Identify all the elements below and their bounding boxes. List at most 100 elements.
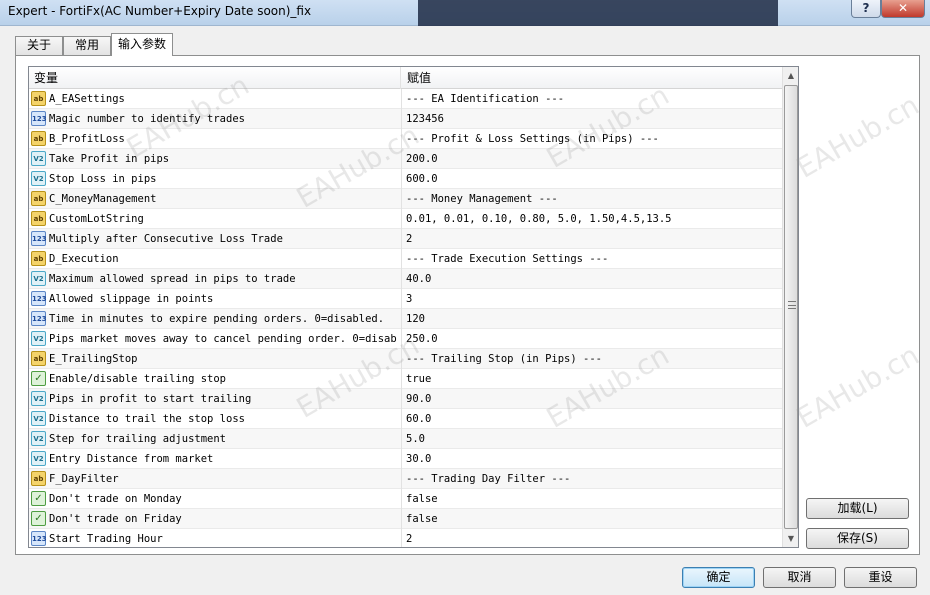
parameter-name: Take Profit in pips	[49, 153, 170, 165]
table-row[interactable]: ✓ Enable/disable trailing stop true	[29, 369, 782, 389]
table-row[interactable]: ab F_DayFilter --- Trading Day Filter ---	[29, 469, 782, 489]
table-row[interactable]: ✓ Don't trade on Monday false	[29, 489, 782, 509]
table-row[interactable]: V2 Step for trailing adjustment 5.0	[29, 429, 782, 449]
parameter-value[interactable]: true	[406, 369, 780, 389]
tab-inputs[interactable]: 输入参数	[111, 33, 173, 56]
column-divider	[401, 389, 402, 409]
table-row[interactable]: ab CustomLotString 0.01, 0.01, 0.10, 0.80,…	[29, 209, 782, 229]
column-divider	[401, 169, 402, 189]
parameter-value[interactable]: --- Trading Day Filter ---	[406, 469, 780, 489]
tab-common[interactable]: 常用	[63, 36, 111, 55]
parameter-value[interactable]: 90.0	[406, 389, 780, 409]
integer-type-icon: 123	[31, 291, 47, 306]
parameter-value[interactable]: 2	[406, 529, 780, 547]
boolean-type-icon: ✓	[31, 511, 46, 526]
integer-type-icon: 123	[31, 231, 47, 246]
help-button[interactable]: ?	[851, 0, 881, 18]
table-row[interactable]: V2 Take Profit in pips 200.0	[29, 149, 782, 169]
parameter-value[interactable]: 0.01, 0.01, 0.10, 0.80, 5.0, 1.50,4.5,13…	[406, 209, 780, 229]
table-row[interactable]: ab E_TrailingStop --- Trailing Stop (in Pi…	[29, 349, 782, 369]
parameter-name: F_DayFilter	[49, 473, 119, 485]
column-divider	[401, 409, 402, 429]
parameter-value[interactable]: 250.0	[406, 329, 780, 349]
parameter-name: Magic number to identify trades	[49, 113, 245, 125]
parameter-value[interactable]: 3	[406, 289, 780, 309]
column-divider	[401, 229, 402, 249]
column-divider	[401, 129, 402, 149]
double-type-icon: V2	[31, 151, 46, 166]
table-row[interactable]: ✓ Don't trade on Friday false	[29, 509, 782, 529]
string-type-icon: ab	[31, 131, 46, 146]
parameter-name: E_TrailingStop	[49, 353, 138, 365]
table-row[interactable]: 123 Start Trading Hour 2	[29, 529, 782, 547]
parameter-value[interactable]: 120	[406, 309, 780, 329]
column-divider	[401, 469, 402, 489]
inputs-panel: 变量 赋值 ab A_EASettings --- EA Identificatio…	[15, 55, 920, 555]
save-button[interactable]: 保存(S)	[806, 528, 909, 549]
string-type-icon: ab	[31, 211, 46, 226]
parameter-value[interactable]: --- Money Management ---	[406, 189, 780, 209]
table-row[interactable]: 123 Multiply after Consecutive Loss Trade…	[29, 229, 782, 249]
parameter-value[interactable]: --- Profit & Loss Settings (in Pips) ---	[406, 129, 780, 149]
table-row[interactable]: V2 Entry Distance from market 30.0	[29, 449, 782, 469]
title-bar-background-strip	[418, 0, 778, 26]
column-divider	[401, 309, 402, 329]
parameter-value[interactable]: 60.0	[406, 409, 780, 429]
table-row[interactable]: V2 Pips market moves away to cancel pendi…	[29, 329, 782, 349]
table-row[interactable]: V2 Pips in profit to start trailing 90.0	[29, 389, 782, 409]
parameter-value[interactable]: 200.0	[406, 149, 780, 169]
parameter-value[interactable]: 600.0	[406, 169, 780, 189]
table-row[interactable]: V2 Maximum allowed spread in pips to trad…	[29, 269, 782, 289]
parameter-name: Entry Distance from market	[49, 453, 214, 465]
double-type-icon: V2	[31, 451, 46, 466]
parameter-value[interactable]: false	[406, 509, 780, 529]
tab-about[interactable]: 关于	[15, 36, 63, 55]
parameter-value[interactable]: 30.0	[406, 449, 780, 469]
parameter-value[interactable]: 123456	[406, 109, 780, 129]
parameter-value[interactable]: 2	[406, 229, 780, 249]
parameter-value[interactable]: --- Trade Execution Settings ---	[406, 249, 780, 269]
table-row[interactable]: 123 Time in minutes to expire pending ord…	[29, 309, 782, 329]
column-divider	[401, 269, 402, 289]
parameter-value[interactable]: --- Trailing Stop (in Pips) ---	[406, 349, 780, 369]
parameter-value[interactable]: 40.0	[406, 269, 780, 289]
boolean-type-icon: ✓	[31, 491, 46, 506]
scroll-thumb[interactable]	[784, 85, 798, 529]
double-type-icon: V2	[31, 391, 46, 406]
scroll-up-arrow-icon[interactable]: ▲	[783, 67, 798, 84]
parameter-name: Don't trade on Monday	[49, 493, 182, 505]
scroll-down-arrow-icon[interactable]: ▼	[783, 530, 798, 547]
table-row[interactable]: ab B_ProfitLoss --- Profit & Loss Settings…	[29, 129, 782, 149]
table-row[interactable]: V2 Distance to trail the stop loss 60.0	[29, 409, 782, 429]
column-divider	[401, 449, 402, 469]
column-header-value[interactable]: 赋值	[402, 67, 782, 89]
parameter-name: Maximum allowed spread in pips to trade	[49, 273, 296, 285]
column-divider	[401, 529, 402, 547]
reset-button[interactable]: 重设	[844, 567, 917, 588]
column-divider	[401, 189, 402, 209]
table-row[interactable]: ab C_MoneyManagement --- Money Management …	[29, 189, 782, 209]
integer-type-icon: 123	[31, 111, 47, 126]
scroll-grip-icon	[788, 301, 796, 309]
ok-button[interactable]: 确定	[682, 567, 755, 588]
double-type-icon: V2	[31, 331, 46, 346]
load-button[interactable]: 加载(L)	[806, 498, 909, 519]
title-bar: Expert - FortiFx(AC Number+Expiry Date s…	[0, 0, 930, 26]
vertical-scrollbar[interactable]: ▲ ▼	[782, 67, 798, 547]
boolean-type-icon: ✓	[31, 371, 46, 386]
column-divider	[401, 429, 402, 449]
table-row[interactable]: ab D_Execution --- Trade Execution Setting…	[29, 249, 782, 269]
double-type-icon: V2	[31, 431, 46, 446]
parameter-value[interactable]: false	[406, 489, 780, 509]
parameter-value[interactable]: 5.0	[406, 429, 780, 449]
cancel-button[interactable]: 取消	[763, 567, 836, 588]
column-header-variable[interactable]: 变量	[29, 67, 401, 89]
close-button[interactable]: ✕	[881, 0, 925, 18]
table-row[interactable]: 123 Allowed slippage in points 3	[29, 289, 782, 309]
column-divider	[401, 209, 402, 229]
parameter-name: Multiply after Consecutive Loss Trade	[49, 233, 283, 245]
table-row[interactable]: V2 Stop Loss in pips 600.0	[29, 169, 782, 189]
table-row[interactable]: 123 Magic number to identify trades 123456	[29, 109, 782, 129]
parameter-value[interactable]: --- EA Identification ---	[406, 89, 780, 109]
table-row[interactable]: ab A_EASettings --- EA Identification ---	[29, 89, 782, 109]
